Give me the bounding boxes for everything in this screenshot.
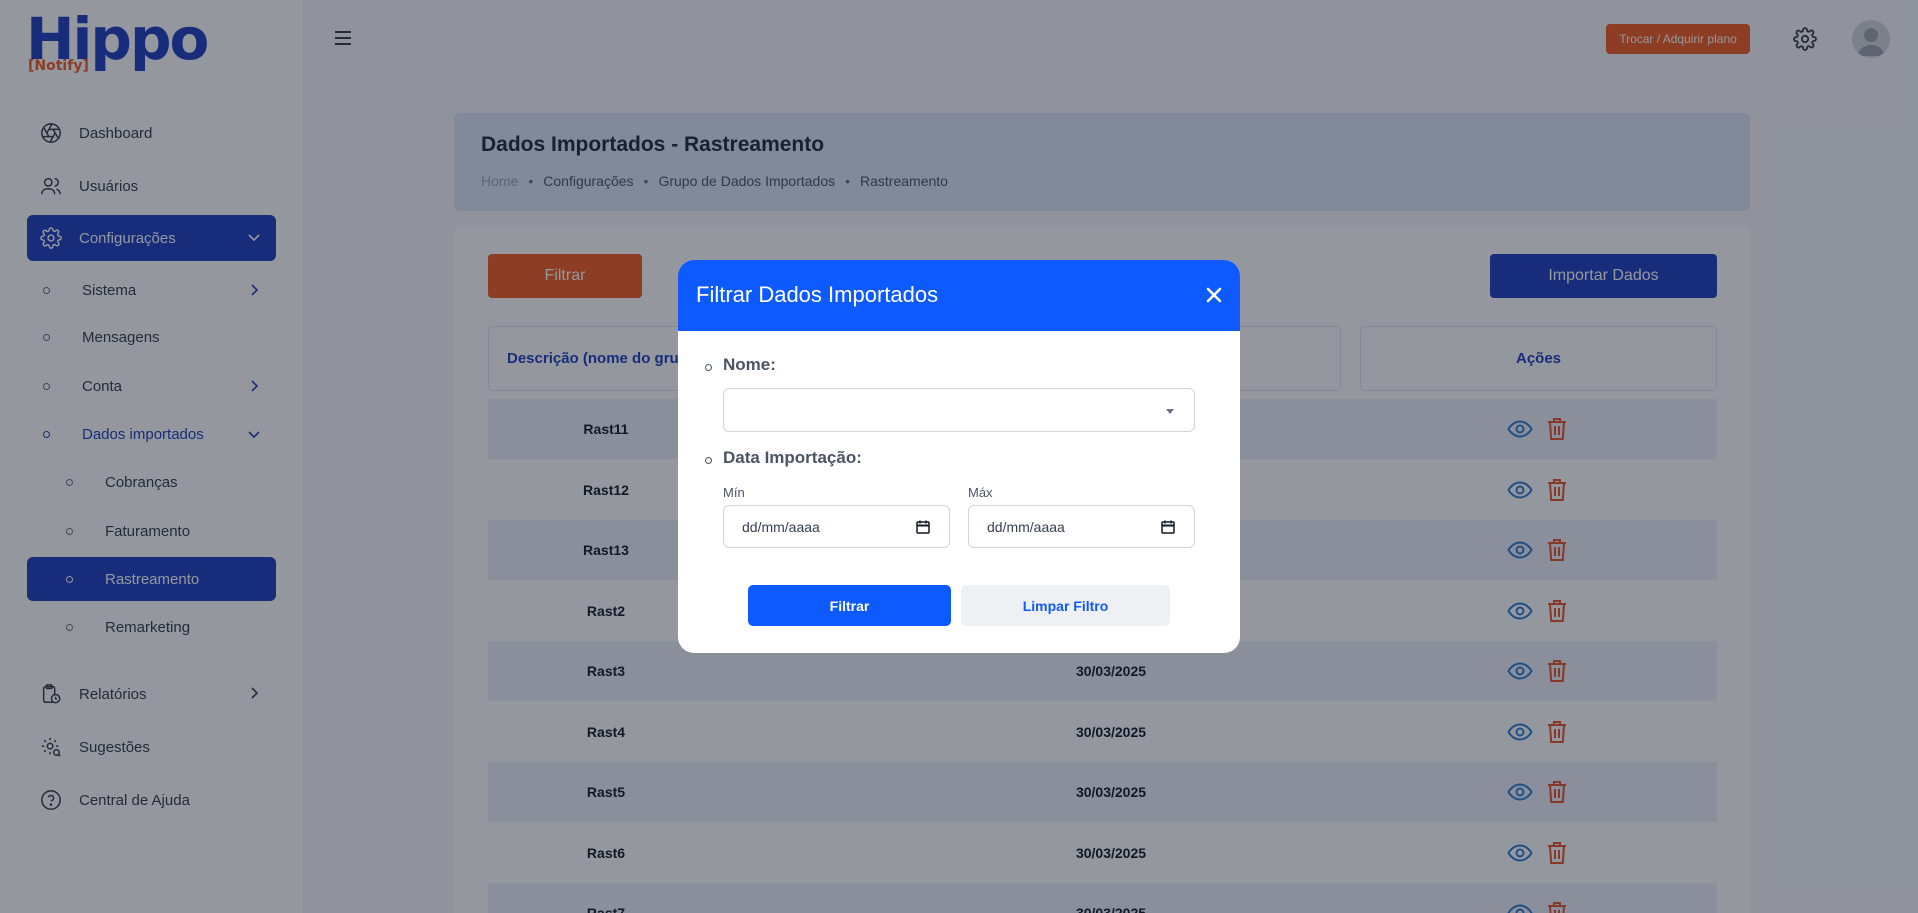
apply-filter-button[interactable]: Filtrar [748, 585, 951, 626]
min-date-input[interactable]: dd/mm/aaaa [723, 505, 950, 548]
filter-modal: Filtrar Dados Importados Nome: Data Impo… [678, 260, 1240, 653]
max-date-placeholder: dd/mm/aaaa [987, 519, 1065, 535]
calendar-icon[interactable] [915, 519, 931, 535]
modal-title: Filtrar Dados Importados [696, 282, 939, 307]
bullet-icon [705, 457, 712, 464]
max-date-input[interactable]: dd/mm/aaaa [968, 505, 1195, 548]
bullet-icon [705, 364, 712, 371]
min-date-placeholder: dd/mm/aaaa [742, 519, 820, 535]
caret-down-icon [1166, 409, 1174, 414]
close-icon[interactable] [1201, 282, 1227, 308]
nome-label: Nome: [723, 355, 776, 374]
clear-filter-button[interactable]: Limpar Filtro [961, 585, 1170, 626]
modal-header: Filtrar Dados Importados [678, 260, 1240, 331]
max-date-label: Máx [968, 485, 993, 500]
min-date-label: Mín [723, 485, 745, 500]
data-importacao-label: Data Importação: [723, 448, 862, 467]
calendar-icon[interactable] [1160, 519, 1176, 535]
nome-select[interactable] [723, 388, 1195, 432]
